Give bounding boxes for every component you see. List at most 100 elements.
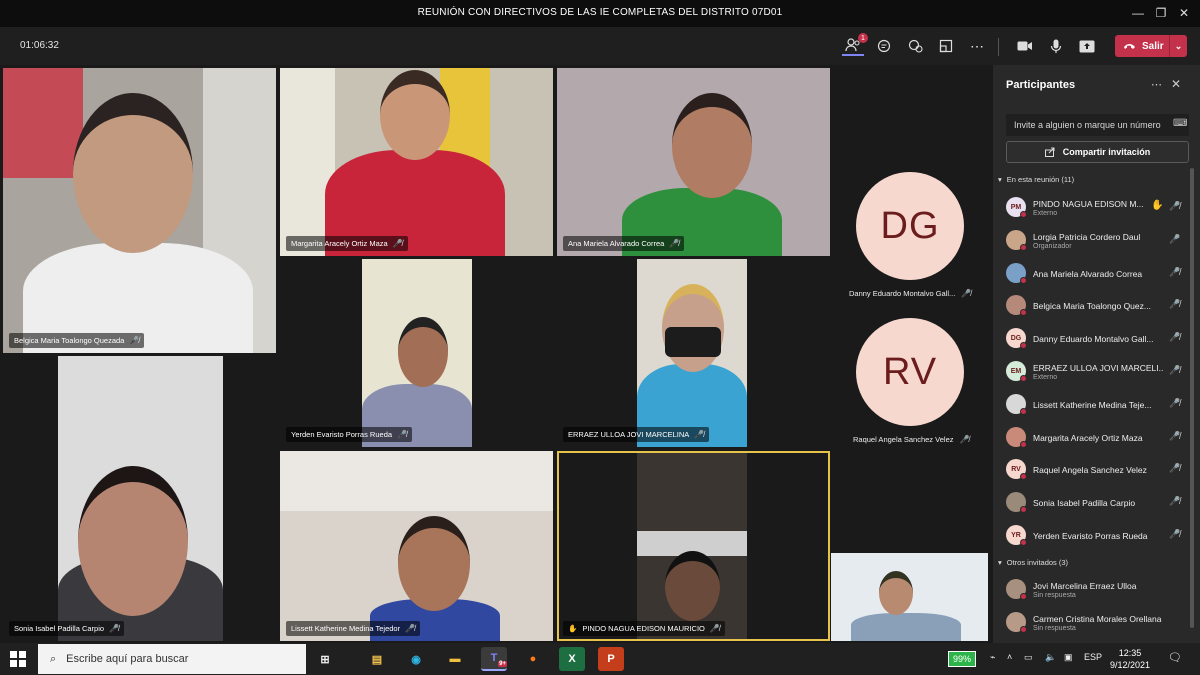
leave-label: Salir — [1142, 40, 1164, 52]
windows-start-icon[interactable] — [10, 651, 26, 667]
mic-off-icon: 🎤̸ — [959, 435, 970, 444]
avatar[interactable]: RV — [856, 318, 964, 426]
file-explorer-icon[interactable]: ▬ — [442, 647, 468, 671]
participant-row[interactable]: DG Danny Eduardo Montalvo Gall... 🎤̸ — [1006, 324, 1191, 354]
participant-row[interactable]: EM ERRAEZ ULLOA JOVI MARCELI... Externo 🎤̸ — [1006, 357, 1191, 387]
video-tile[interactable]: Lissett Katherine Medina Tejedor 🎤̸ — [280, 451, 553, 641]
presence-status-icon — [1020, 506, 1027, 514]
presence-status-icon — [1020, 440, 1027, 448]
powerpoint-icon[interactable]: P — [598, 647, 624, 671]
video-tile[interactable]: Belgica Maria Toalongo Quezada 🎤̸ — [3, 68, 276, 353]
in-meeting-section-header[interactable]: ▾ En esta reunión (11) — [998, 175, 1074, 184]
more-options-icon[interactable]: ⋯ — [1151, 78, 1162, 91]
participant-row[interactable]: Jovi Marcelina Erraez Ulloa Sin respuesta — [1006, 575, 1191, 605]
video-tile-active-speaker[interactable]: ✋ PINDO NAGUA EDISON MAURICIO 🎤̸ — [557, 451, 830, 641]
leave-button[interactable]: Salir ⌄ — [1115, 35, 1187, 57]
close-icon[interactable]: ✕ — [1171, 77, 1181, 91]
display-icon[interactable]: ▣ — [1064, 652, 1073, 663]
edge-icon[interactable]: ◉ — [403, 647, 429, 671]
mic-off-icon[interactable]: 🎤̸ — [1169, 463, 1180, 474]
participant-name: PINDO NAGUA EDISON MAURICIO — [582, 624, 705, 633]
clock-time: 12:35 — [1118, 648, 1142, 658]
mic-off-icon: 🎤̸ — [129, 336, 140, 345]
mic-off-icon[interactable]: 🎤̸ — [1169, 365, 1180, 376]
more-actions-button[interactable]: ⋯ — [966, 36, 988, 56]
raised-hand-icon: ✋ — [568, 624, 578, 633]
mic-off-icon[interactable]: 🎤̸ — [1169, 431, 1180, 442]
mic-off-icon[interactable]: 🎤̸ — [1169, 332, 1180, 343]
store-icon[interactable]: ▤ — [364, 647, 390, 671]
plug-icon[interactable]: ⌁ — [990, 652, 995, 663]
dialpad-icon[interactable]: ⌨ — [1173, 118, 1187, 129]
video-tile[interactable]: Ana Mariela Alvarado Correa 🎤̸ — [557, 68, 830, 256]
network-icon[interactable]: ▭ — [1024, 652, 1033, 663]
panel-scrollbar[interactable] — [1190, 168, 1194, 628]
task-view-icon[interactable]: ⊞ — [312, 647, 338, 671]
avatar[interactable]: DG — [856, 172, 964, 280]
share-screen-button[interactable] — [1076, 36, 1098, 56]
reaction-icon — [908, 39, 923, 53]
participant-row[interactable]: Belgica Maria Toalongo Quez... 🎤̸ — [1006, 291, 1191, 321]
share-invite-button[interactable]: Compartir invitación — [1006, 141, 1189, 163]
self-view-video[interactable] — [831, 553, 988, 641]
mic-off-icon[interactable]: 🎤̸ — [1169, 299, 1180, 310]
rooms-button[interactable] — [935, 36, 957, 56]
toolbar-divider — [998, 38, 999, 56]
mic-off-icon[interactable]: 🎤̸ — [1169, 201, 1180, 212]
camera-button[interactable] — [1014, 36, 1036, 56]
video-tile[interactable]: ERRAEZ ULLOA JOVI MARCELINA 🎤̸ — [557, 259, 830, 447]
participant-row[interactable]: Carmen Cristina Morales Orellana Sin resp… — [1006, 608, 1191, 638]
participant-name: Carmen Cristina Morales Orellana — [1033, 614, 1162, 624]
microphone-button[interactable] — [1045, 36, 1067, 56]
battery-indicator[interactable]: 99% — [948, 651, 977, 667]
reactions-button[interactable] — [904, 36, 926, 56]
invite-input[interactable] — [1006, 114, 1189, 136]
background-ceiling — [280, 451, 553, 511]
participant-name: PINDO NAGUA EDISON M... — [1033, 199, 1144, 209]
volume-icon[interactable]: 🔈 — [1045, 652, 1056, 663]
microphone-icon[interactable]: 🎤 — [1169, 234, 1180, 245]
mic-off-icon[interactable]: 🎤̸ — [1169, 398, 1180, 409]
participant-name-label: Ana Mariela Alvarado Correa 🎤̸ — [563, 236, 685, 251]
mic-off-icon[interactable]: 🎤̸ — [1169, 496, 1180, 507]
maximize-button[interactable]: ❐ — [1149, 3, 1173, 23]
mic-off-icon: 🎤̸ — [392, 239, 403, 248]
mic-off-icon: 🎤̸ — [709, 624, 720, 633]
participant-row[interactable]: Ana Mariela Alvarado Correa 🎤̸ — [1006, 259, 1191, 289]
chevron-up-icon[interactable]: ˄ — [1007, 652, 1012, 662]
participant-row[interactable]: Margarita Aracely Ortiz Maza 🎤̸ — [1006, 423, 1191, 453]
invited-section-header[interactable]: ▾ Otros invitados (3) — [998, 558, 1068, 567]
video-tile[interactable]: Sonia Isabel Padilla Carpio 🎤̸ — [3, 356, 276, 641]
presence-status-icon — [1020, 211, 1027, 218]
teams-icon[interactable]: T 9+ — [481, 647, 507, 671]
excel-icon[interactable]: X — [559, 647, 585, 671]
mic-off-icon[interactable]: 🎤̸ — [1169, 529, 1180, 540]
leave-options-chevron-icon[interactable]: ⌄ — [1169, 35, 1187, 57]
participants-button[interactable]: 1 — [842, 33, 868, 56]
minimize-button[interactable]: — — [1126, 3, 1150, 23]
participant-row[interactable]: PM PINDO NAGUA EDISON M... Externo ✋ 🎤̸ — [1006, 193, 1191, 223]
notifications-icon[interactable]: 🗨 — [1168, 651, 1182, 664]
call-timer: 01:06:32 — [20, 40, 59, 51]
participant-row[interactable]: Lissett Katherine Medina Teje... 🎤̸ — [1006, 390, 1191, 420]
participant-role: Sin respuesta — [1033, 625, 1076, 632]
language-indicator[interactable]: ESP — [1084, 652, 1102, 662]
mic-off-icon[interactable]: 🎤̸ — [1169, 267, 1180, 278]
participant-row[interactable]: RV Raquel Angela Sanchez Velez 🎤̸ — [1006, 455, 1191, 485]
chat-button[interactable] — [873, 36, 895, 56]
video-tile[interactable]: Yerden Evaristo Porras Rueda 🎤̸ — [280, 259, 553, 447]
firefox-icon[interactable]: ● — [520, 647, 546, 671]
chevron-down-icon: ▾ — [998, 558, 1002, 567]
video-tile[interactable]: Margarita Aracely Ortiz Maza 🎤̸ — [280, 68, 553, 256]
taskbar-search[interactable]: ⌕ Escribe aquí para buscar — [38, 644, 306, 674]
participant-row[interactable]: Lorgia Patricia Cordero Daul Organizador 🎤 — [1006, 226, 1191, 256]
participant-row[interactable]: YR Yerden Evaristo Porras Rueda 🎤̸ — [1006, 521, 1191, 551]
participant-row[interactable]: Sonia Isabel Padilla Carpio 🎤̸ — [1006, 488, 1191, 518]
participant-name-label: Sonia Isabel Padilla Carpio 🎤̸ — [9, 621, 125, 636]
share-invite-label: Compartir invitación — [1062, 147, 1151, 157]
person-head — [398, 516, 470, 611]
participant-name: Lissett Katherine Medina Teje... — [1033, 399, 1152, 410]
close-window-button[interactable]: ✕ — [1172, 3, 1196, 23]
clock[interactable]: 12:35 9/12/2021 — [1110, 647, 1150, 671]
participant-name-label: ✋ PINDO NAGUA EDISON MAURICIO 🎤̸ — [563, 621, 725, 636]
